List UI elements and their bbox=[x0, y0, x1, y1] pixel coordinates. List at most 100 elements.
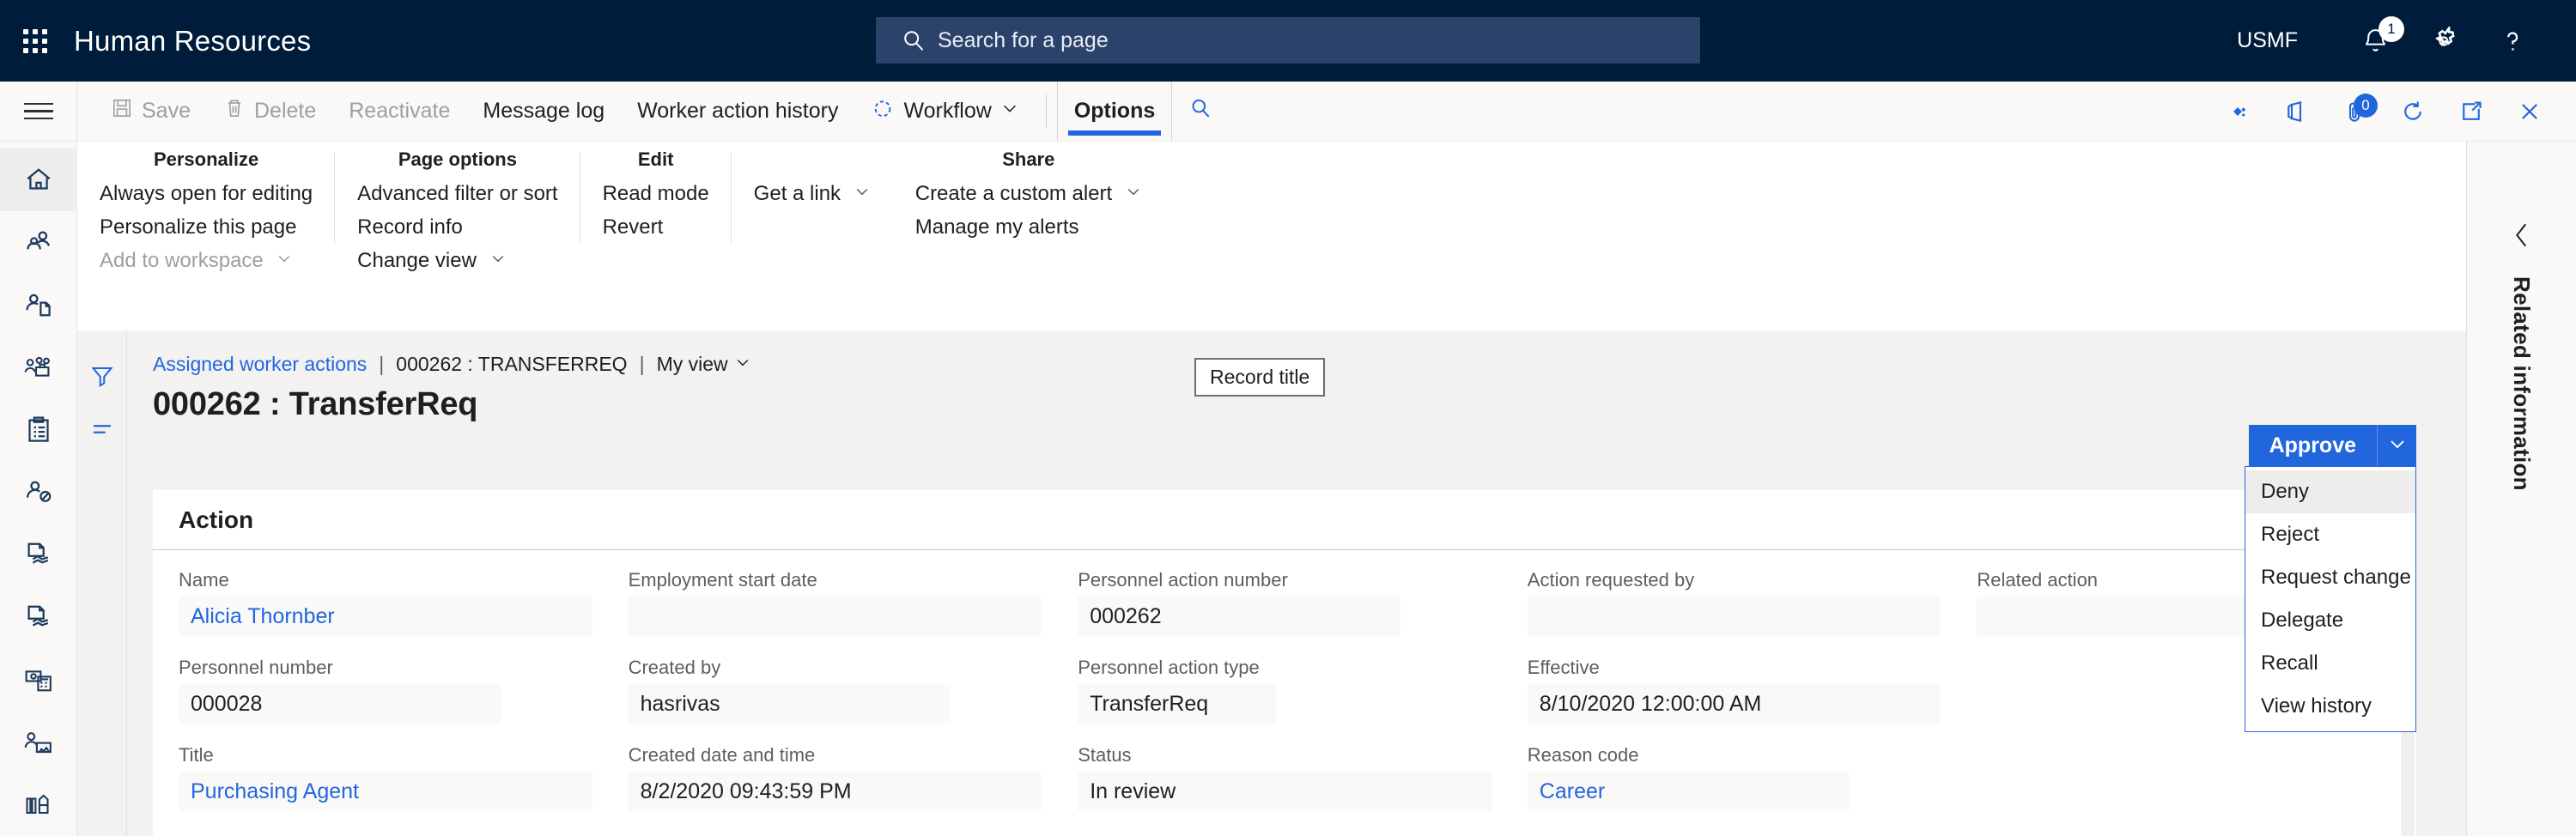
field-label: Reason code bbox=[1527, 744, 1639, 766]
delete-label: Delete bbox=[253, 99, 317, 123]
related-information-label[interactable]: Related information bbox=[2508, 276, 2535, 491]
worker-action-history-button[interactable]: Worker action history bbox=[621, 82, 854, 141]
sidebar-item-document-handshake[interactable] bbox=[0, 524, 77, 586]
field-value-personnel-action-type[interactable]: TransferReq bbox=[1078, 684, 1277, 724]
breadcrumb-separator-2: | bbox=[639, 353, 645, 375]
option-always-open-for-editing[interactable]: Always open for editing bbox=[100, 182, 313, 206]
field-value-status[interactable]: In review bbox=[1078, 772, 1492, 811]
message-log-label: Message log bbox=[483, 99, 605, 123]
chevron-down-icon bbox=[1000, 99, 1019, 124]
sidebar-item-person-blocked[interactable] bbox=[0, 461, 77, 524]
option-change-view[interactable]: Change view bbox=[357, 249, 557, 273]
expand-related-information-button[interactable] bbox=[2512, 221, 2531, 254]
option-read-mode[interactable]: Read mode bbox=[603, 182, 709, 206]
breadcrumb-link-assigned-worker-actions[interactable]: Assigned worker actions bbox=[153, 353, 367, 376]
approve-dropdown-toggle[interactable] bbox=[2377, 425, 2416, 466]
app-title: Human Resources bbox=[74, 24, 312, 57]
sidebar-item-reports-bars[interactable] bbox=[0, 773, 77, 836]
tab-options[interactable]: Options bbox=[1056, 82, 1173, 141]
page-side-strip bbox=[77, 330, 127, 836]
dynamics-diamond-icon[interactable] bbox=[2208, 82, 2267, 142]
reactivate-button[interactable]: Reactivate bbox=[332, 82, 466, 141]
top-navigation-bar: Human Resources Search for a page USMF 1 bbox=[0, 0, 2576, 82]
form-column-3: Personnel action number 000262 Personnel… bbox=[1078, 569, 1492, 832]
option-advanced-filter-or-sort[interactable]: Advanced filter or sort bbox=[357, 182, 557, 206]
menu-item-deny[interactable]: Deny bbox=[2245, 470, 2415, 513]
option-add-to-workspace[interactable]: Add to workspace bbox=[100, 249, 313, 273]
menu-item-reject[interactable]: Reject bbox=[2245, 513, 2415, 556]
sidebar-item-home[interactable] bbox=[0, 148, 77, 211]
option-manage-my-alerts[interactable]: Manage my alerts bbox=[915, 215, 1142, 239]
menu-item-view-history[interactable]: View history bbox=[2245, 685, 2415, 728]
sidebar-item-payroll-calculator[interactable] bbox=[0, 649, 77, 712]
app-launcher-icon[interactable] bbox=[15, 21, 55, 61]
header-actions: USMF 1 bbox=[2237, 0, 2576, 82]
sidebar-item-clipboard-checklist[interactable] bbox=[0, 398, 77, 461]
refresh-icon[interactable] bbox=[2384, 82, 2442, 142]
sidebar-item-workforce-team[interactable] bbox=[0, 336, 77, 398]
navigation-rail bbox=[0, 142, 77, 836]
command-separator bbox=[1045, 94, 1047, 129]
field-label: Effective bbox=[1527, 657, 1600, 678]
chevron-down-icon bbox=[2387, 433, 2408, 458]
field-value-name[interactable]: Alicia Thornber bbox=[179, 597, 592, 636]
field-value-employment-start-date[interactable] bbox=[628, 597, 1042, 636]
field-employment-start-date: Employment start date bbox=[628, 569, 1042, 636]
field-personnel-action-type: Personnel action type TransferReq bbox=[1078, 657, 1492, 724]
command-bar-items: Save Delete Reactivate Message log Worke… bbox=[77, 82, 1229, 141]
view-selector[interactable]: My view bbox=[657, 353, 751, 376]
command-bar: Save Delete Reactivate Message log Worke… bbox=[0, 82, 2576, 142]
notification-count-badge: 1 bbox=[2379, 16, 2404, 42]
command-search-button[interactable] bbox=[1172, 82, 1229, 141]
field-value-personnel-number[interactable]: 000028 bbox=[179, 684, 501, 724]
option-revert[interactable]: Revert bbox=[603, 215, 709, 239]
delete-button[interactable]: Delete bbox=[207, 82, 332, 141]
option-label: Add to workspace bbox=[100, 249, 264, 272]
sidebar-item-document-handshake-alt[interactable] bbox=[0, 586, 77, 649]
hamburger-menu-icon[interactable] bbox=[0, 82, 77, 141]
message-log-button[interactable]: Message log bbox=[466, 82, 621, 141]
chevron-down-icon bbox=[854, 182, 871, 206]
field-value-action-requested-by[interactable] bbox=[1527, 597, 1941, 636]
view-selector-label: My view bbox=[656, 353, 728, 375]
field-value-title[interactable]: Purchasing Agent bbox=[179, 772, 592, 811]
menu-item-request-change[interactable]: Request change bbox=[2245, 556, 2415, 599]
open-in-new-window-icon[interactable] bbox=[2442, 82, 2500, 142]
global-search-box[interactable]: Search for a page bbox=[876, 17, 1700, 64]
field-title: Title Purchasing Agent bbox=[179, 744, 592, 811]
notifications-icon[interactable]: 1 bbox=[2341, 0, 2409, 82]
group-heading bbox=[754, 148, 871, 171]
option-personalize-this-page[interactable]: Personalize this page bbox=[100, 215, 313, 239]
menu-item-delegate[interactable]: Delegate bbox=[2245, 599, 2415, 642]
chevron-down-icon bbox=[489, 249, 507, 273]
help-question-icon[interactable] bbox=[2478, 0, 2547, 82]
list-lines-icon[interactable] bbox=[89, 403, 115, 456]
approve-split-button: Approve bbox=[2248, 425, 2416, 466]
approve-button[interactable]: Approve bbox=[2248, 425, 2377, 466]
sidebar-item-person-document[interactable] bbox=[0, 274, 77, 336]
filter-funnel-icon[interactable] bbox=[89, 349, 115, 403]
save-disk-icon bbox=[111, 97, 133, 125]
approve-dropdown-menu: Deny Reject Request change Delegate Reca… bbox=[2245, 466, 2416, 732]
sidebar-item-people-group[interactable] bbox=[0, 211, 77, 274]
sidebar-item-person-training[interactable] bbox=[0, 711, 77, 773]
option-create-a-custom-alert[interactable]: Create a custom alert bbox=[915, 182, 1142, 206]
field-value-effective[interactable]: 8/10/2020 12:00:00 AM bbox=[1527, 684, 1941, 724]
field-label: Name bbox=[179, 569, 229, 591]
attachments-icon[interactable]: 0 bbox=[2325, 82, 2384, 142]
field-label: Personnel action type bbox=[1078, 657, 1260, 678]
option-record-info[interactable]: Record info bbox=[357, 215, 557, 239]
workflow-menu-button[interactable]: Workflow bbox=[854, 82, 1035, 141]
field-value-reason-code[interactable]: Career bbox=[1527, 772, 1850, 811]
company-selector[interactable]: USMF bbox=[2237, 28, 2298, 53]
chevron-down-icon bbox=[276, 249, 293, 273]
office-apps-icon[interactable] bbox=[2267, 82, 2325, 142]
field-value-created-by[interactable]: hasrivas bbox=[628, 684, 951, 724]
option-get-a-link[interactable]: Get a link bbox=[754, 182, 871, 206]
field-value-personnel-action-number[interactable]: 000262 bbox=[1078, 597, 1400, 636]
save-button[interactable]: Save bbox=[94, 82, 207, 141]
menu-item-recall[interactable]: Recall bbox=[2245, 642, 2415, 685]
close-icon[interactable] bbox=[2500, 82, 2559, 142]
field-value-created-date-and-time[interactable]: 8/2/2020 09:43:59 PM bbox=[628, 772, 1042, 811]
settings-gear-icon[interactable] bbox=[2409, 0, 2478, 82]
